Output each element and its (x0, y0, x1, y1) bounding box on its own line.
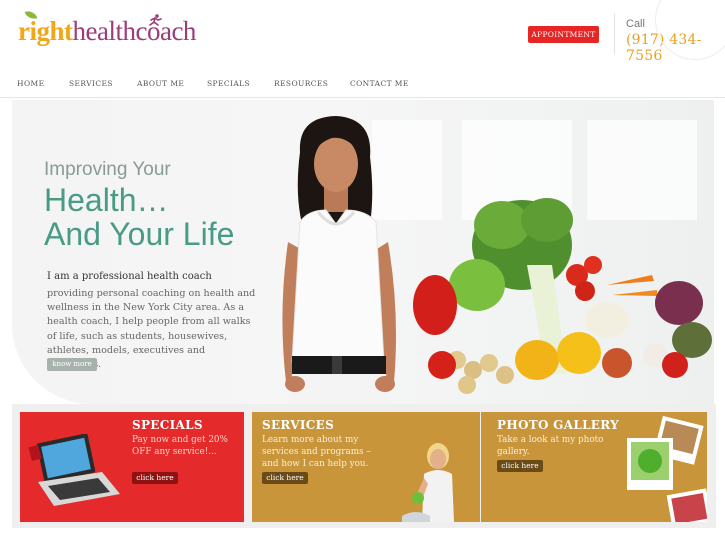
hero-headline-line2: And Your Life (44, 216, 235, 252)
site-header: righthealthcoach APPOINTMENT Call (917) … (0, 0, 725, 70)
services-desc: Learn more about my services and program… (262, 435, 371, 469)
nav-services[interactable]: SERVICES (69, 79, 113, 88)
gallery-panel[interactable]: PHOTO GALLERY Take a look at my photo ga… (481, 412, 707, 522)
hero-headline-line1: Health… (44, 182, 169, 218)
nav-resources[interactable]: RESOURCES (274, 79, 328, 88)
vegetables-image (413, 198, 712, 394)
logo-right-text: right (18, 16, 73, 46)
nav-home[interactable]: HOME (17, 79, 44, 88)
nav-about-me[interactable]: ABOUT ME (137, 79, 184, 88)
woman-photo (282, 116, 396, 404)
laptop-icon (28, 434, 120, 506)
feature-panels: SPECIALS Pay now and get 20% OFF any ser… (12, 404, 716, 528)
know-more-button[interactable]: know more (47, 358, 97, 371)
gallery-desc: Take a look at my photo gallery. (497, 435, 604, 457)
specials-desc: Pay now and get 20% OFF any service!... (132, 435, 228, 457)
site-logo[interactable]: righthealthcoach (18, 8, 196, 48)
services-title: SERVICES (262, 418, 335, 432)
fitness-woman-image (402, 443, 454, 522)
gallery-click-button[interactable]: click here (497, 460, 543, 472)
appointment-button[interactable]: APPOINTMENT (528, 26, 599, 43)
specials-title: SPECIALS (132, 418, 203, 432)
header-divider (614, 14, 615, 54)
logo-health-text: health (72, 16, 136, 46)
logo-coach-text: coach (135, 16, 196, 46)
intro-title: I am a professional health coach (47, 271, 212, 282)
call-label: Call (626, 18, 645, 30)
gallery-title: PHOTO GALLERY (497, 418, 620, 432)
specials-panel[interactable]: SPECIALS Pay now and get 20% OFF any ser… (20, 412, 244, 522)
nav-contact-me[interactable]: CONTACT ME (350, 79, 409, 88)
specials-click-button[interactable]: click here (132, 472, 178, 484)
hero-headline-small: Improving Your (44, 159, 171, 180)
polaroid-icon (627, 415, 707, 522)
main-nav: HOME SERVICES ABOUT ME SPECIALS RESOURCE… (0, 70, 725, 98)
services-click-button[interactable]: click here (262, 472, 308, 484)
nav-specials[interactable]: SPECIALS (207, 79, 250, 88)
hero-banner: Improving Your Health… And Your Life I a… (12, 100, 714, 404)
services-panel[interactable]: SERVICES Learn more about my services an… (252, 412, 480, 522)
runner-icon (149, 14, 162, 26)
